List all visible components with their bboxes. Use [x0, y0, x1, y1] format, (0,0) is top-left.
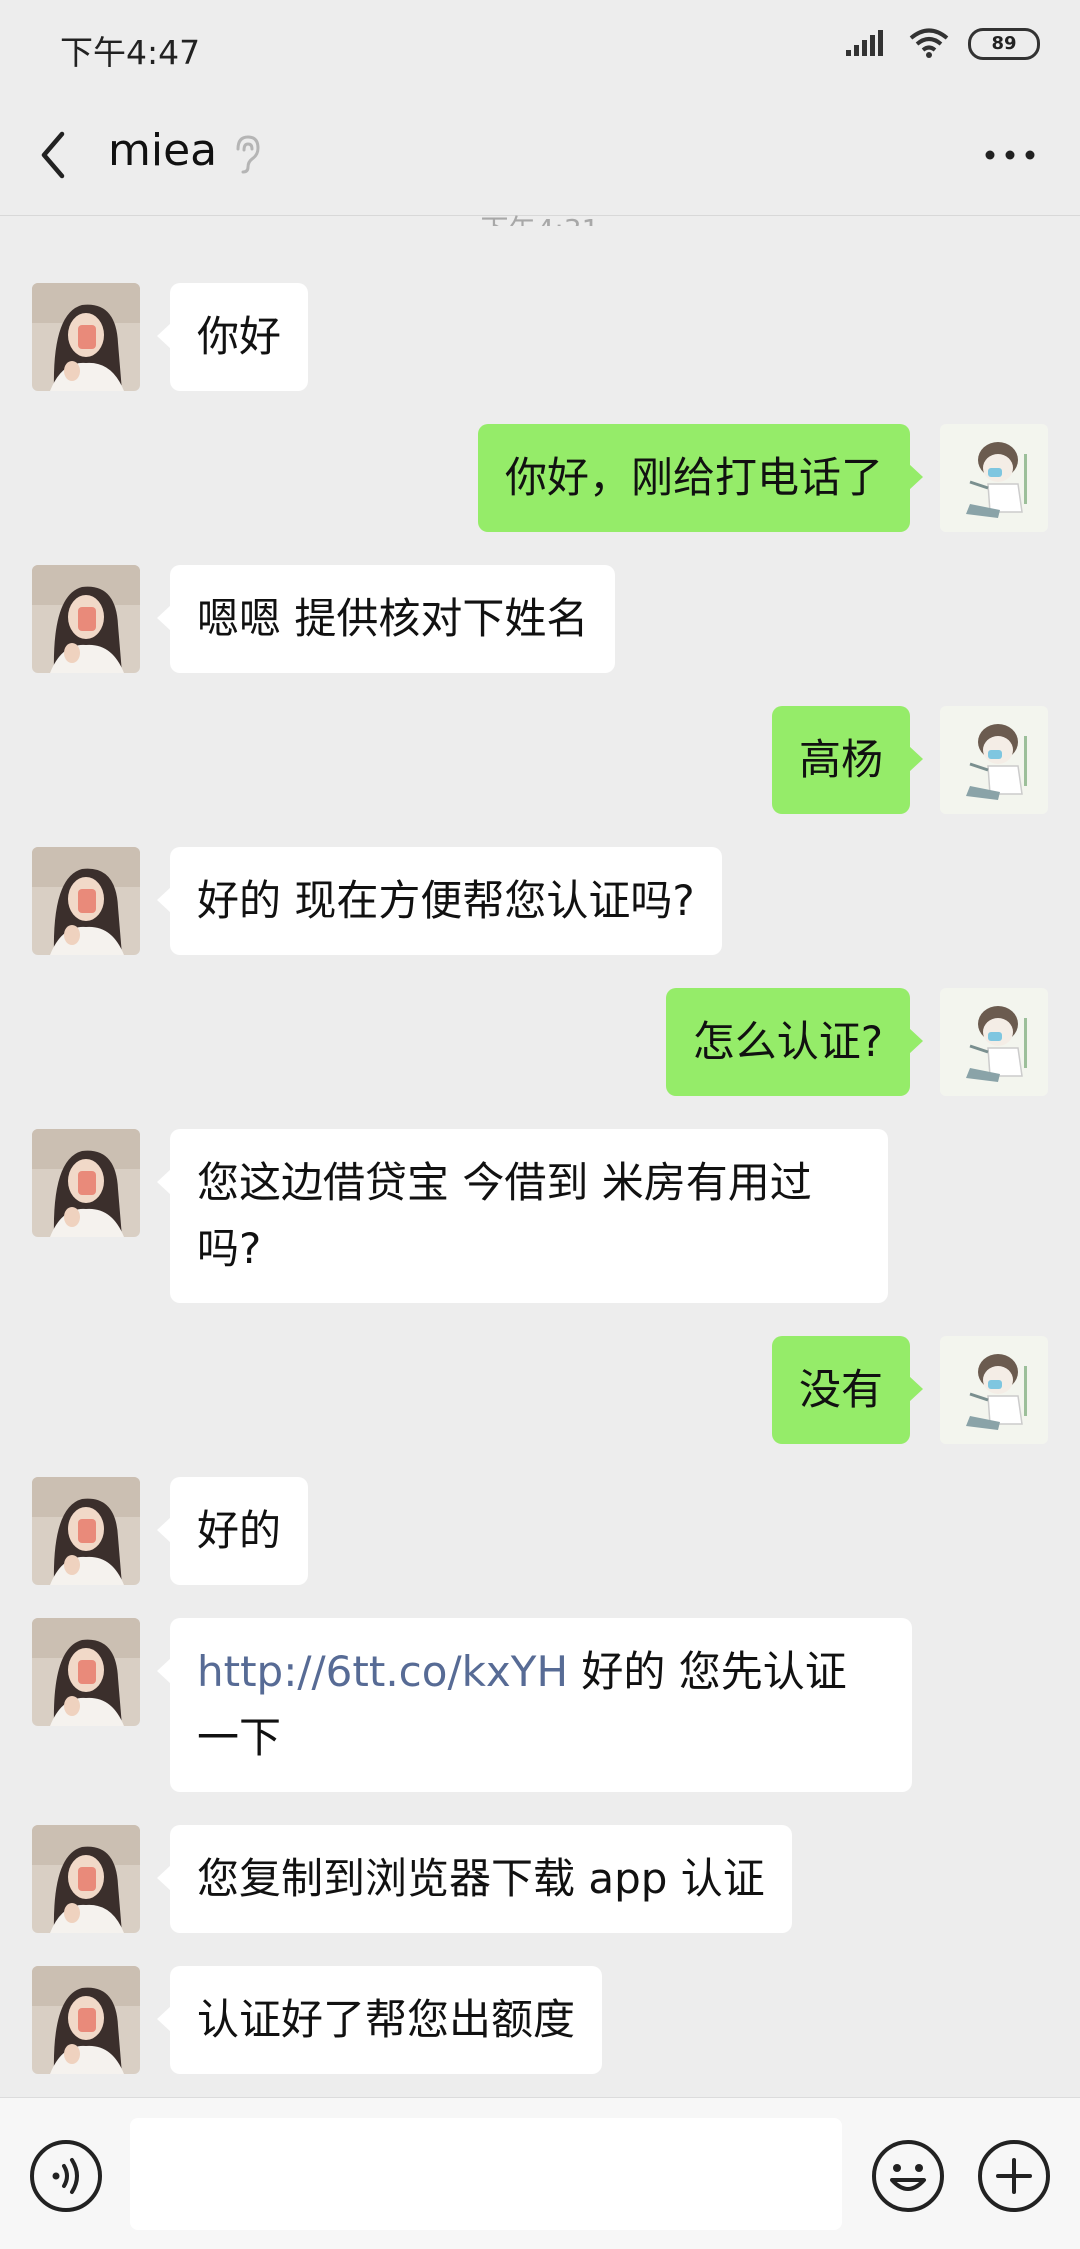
self-avatar[interactable] — [940, 424, 1048, 532]
message-bubble-received[interactable]: 好的 现在方便帮您认证吗? — [157, 847, 722, 955]
timestamp: 下午4:31 — [0, 208, 1080, 226]
message-bubble-received[interactable]: http://6tt.co/kxYH 好的 您先认证一下 — [157, 1618, 912, 1792]
self-avatar[interactable] — [940, 706, 1048, 814]
contact-avatar[interactable] — [32, 847, 140, 955]
self-avatar[interactable] — [940, 988, 1048, 1096]
message-input[interactable] — [130, 2118, 842, 2230]
chat-title: miea — [108, 125, 218, 176]
message-bubble-received[interactable]: 嗯嗯 提供核对下姓名 — [156, 565, 616, 673]
message-bubble-received[interactable]: 您复制到浏览器下载 app 认证 — [157, 1825, 792, 1933]
message-bubble-received[interactable]: 您这边借贷宝 今借到 米房有用过吗? — [157, 1129, 888, 1303]
message-bubble-sent[interactable]: 你好，刚给打电话了 — [477, 424, 924, 532]
ear-icon — [236, 135, 260, 174]
signal-icon — [846, 30, 883, 56]
message-bubble-received[interactable]: 好的 — [156, 1477, 309, 1585]
message-bubble-sent[interactable]: 高杨 — [771, 706, 924, 814]
contact-avatar[interactable] — [32, 565, 140, 673]
contact-avatar[interactable] — [32, 1966, 140, 2074]
self-avatar[interactable] — [940, 1336, 1048, 1444]
status-time: 下午4:47 — [60, 33, 201, 72]
message-link[interactable]: http://6tt.co/kxYH — [197, 1647, 568, 1696]
emoji-button[interactable] — [870, 2138, 946, 2214]
contact-avatar[interactable] — [32, 283, 140, 391]
back-button[interactable] — [30, 120, 80, 190]
plus-button[interactable] — [976, 2138, 1052, 2214]
chat-header: miea — [0, 95, 1080, 216]
contact-avatar[interactable] — [32, 1825, 140, 1933]
message-bubble-sent[interactable]: 没有 — [771, 1336, 924, 1444]
message-bubble-sent[interactable]: 怎么认证? — [665, 988, 924, 1096]
message-bubble-received[interactable]: 你好 — [156, 283, 309, 391]
battery-indicator: 89 — [968, 28, 1040, 60]
contact-avatar[interactable] — [32, 1129, 140, 1237]
message-bubble-received[interactable]: 认证好了帮您出额度 — [156, 1966, 603, 2074]
voice-button[interactable] — [28, 2138, 104, 2214]
more-button[interactable] — [980, 135, 1040, 175]
status-icons: 89 — [846, 28, 1040, 60]
contact-avatar[interactable] — [32, 1618, 140, 1726]
contact-avatar[interactable] — [32, 1477, 140, 1585]
input-bar — [0, 2097, 1080, 2249]
wifi-icon — [909, 28, 949, 58]
status-bar: 下午4:47 89 — [0, 0, 1080, 95]
